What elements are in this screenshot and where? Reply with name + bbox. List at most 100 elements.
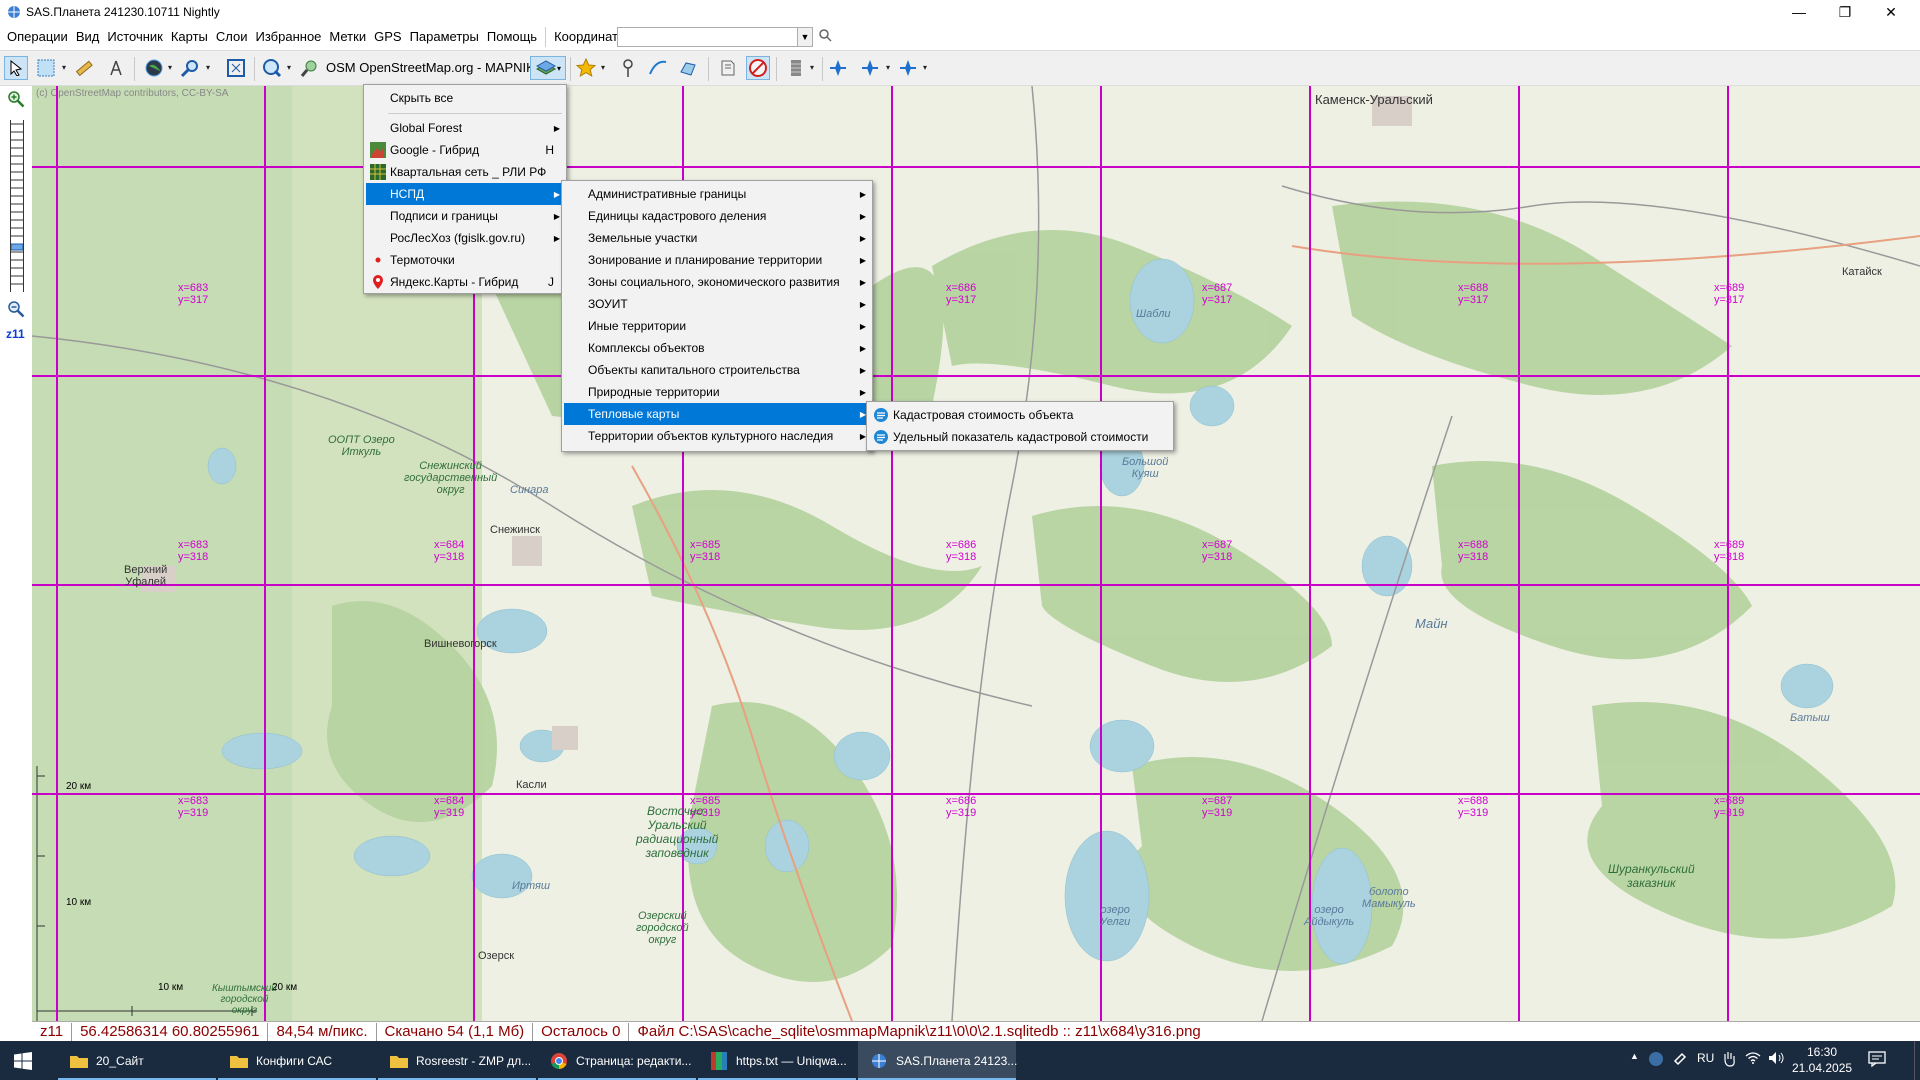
- nspd-econ-zones[interactable]: Зоны социального, экономического развити…: [564, 271, 870, 293]
- layer-thermal-points[interactable]: Термоточки: [366, 249, 564, 271]
- layer-google-hybrid[interactable]: Google - Гибрид H: [366, 139, 564, 161]
- taskbar-item[interactable]: https.txt — Uniqwa...: [698, 1041, 856, 1080]
- path-icon[interactable]: [646, 56, 670, 80]
- clock-time: 16:30: [1806, 1045, 1838, 1059]
- tray-expand-icon[interactable]: ▲: [1630, 1051, 1639, 1061]
- windows-start-icon[interactable]: [14, 1052, 32, 1073]
- taskbar-item[interactable]: Страница: редакти...: [538, 1041, 696, 1080]
- search-icon[interactable]: [818, 28, 836, 46]
- volume-icon[interactable]: [1768, 1051, 1784, 1068]
- map-zoom-icon[interactable]: [260, 56, 284, 80]
- tray-link-icon[interactable]: [1672, 1051, 1688, 1070]
- tile-label: x=686 y=319: [946, 795, 977, 819]
- grid-icon[interactable]: [784, 56, 808, 80]
- title-bar: SAS.Планета 241230.10711 Nightly — ❐ ✕: [0, 0, 1920, 24]
- tray-app-icon[interactable]: [1648, 1051, 1664, 1070]
- menu-view[interactable]: Вид: [72, 24, 104, 50]
- layer-labels-borders[interactable]: Подписи и границы ▶: [366, 205, 564, 227]
- zoom-slider[interactable]: [10, 120, 24, 292]
- menu-marks[interactable]: Метки: [325, 24, 370, 50]
- scale-label: 10 км: [158, 982, 184, 993]
- nspd-heat-maps[interactable]: Тепловые карты ▶: [564, 403, 870, 425]
- globe-icon[interactable]: [142, 56, 166, 80]
- menu-source[interactable]: Источник: [103, 24, 167, 50]
- select-area-dropdown-icon[interactable]: ▾: [62, 63, 66, 72]
- menu-layers[interactable]: Слои: [212, 24, 252, 50]
- menu-gps[interactable]: GPS: [370, 24, 405, 50]
- layer-roslesxoz[interactable]: РосЛесХоз (fgislk.gov.ru) ▶: [366, 227, 564, 249]
- map-source-icon[interactable]: [298, 56, 322, 80]
- taskbar-item[interactable]: 20_Сайт: [58, 1041, 216, 1080]
- minimize-button[interactable]: —: [1776, 0, 1822, 24]
- taskbar-item[interactable]: Конфиги САС: [218, 1041, 376, 1080]
- zoom-tool-icon[interactable]: [178, 56, 202, 80]
- tile-label: x=683 y=319: [178, 795, 209, 819]
- pointer-tool-icon[interactable]: [4, 56, 28, 80]
- marks-visibility-icon[interactable]: [716, 56, 740, 80]
- nspd-zoning[interactable]: Зонирование и планирование территории ▶: [564, 249, 870, 271]
- heat-cadastral-value[interactable]: Кадастровая стоимость объекта: [869, 404, 1171, 426]
- menu-parameters[interactable]: Параметры: [406, 24, 483, 50]
- taskbar-item[interactable]: Rosreestr - ZMP дл...: [378, 1041, 536, 1080]
- map-attribution: (c) OpenStreetMap contributors, CC-BY-SA: [36, 88, 229, 99]
- tile-grid-line: [1100, 86, 1102, 1021]
- layer-yandex-hybrid[interactable]: Яндекс.Карты - Гибрид J: [366, 271, 564, 293]
- map-view[interactable]: (c) OpenStreetMap contributors, CC-BY-SA…: [32, 86, 1920, 1021]
- gps-connect-icon[interactable]: [826, 56, 850, 80]
- nspd-cultural-heritage[interactable]: Территории объектов культурного наследия…: [564, 425, 870, 447]
- grid-dropdown-icon[interactable]: ▾: [810, 63, 814, 72]
- zoom-level-label: z11: [6, 327, 25, 341]
- clock[interactable]: 16:30 21.04.2025: [1792, 1044, 1852, 1076]
- star-dropdown-icon[interactable]: ▾: [601, 63, 605, 72]
- coords-dropdown-button[interactable]: ▼: [797, 27, 813, 47]
- gps-center-icon[interactable]: [896, 56, 920, 80]
- map-source-selector[interactable]: OSM OpenStreetMap.org - MAPNIK ▾: [326, 60, 545, 76]
- select-area-icon[interactable]: [34, 56, 58, 80]
- nspd-cadastral-units[interactable]: Единицы кадастрового деления ▶: [564, 205, 870, 227]
- wifi-icon[interactable]: [1745, 1051, 1761, 1068]
- heat-specific-value[interactable]: Удельный показатель кадастровой стоимост…: [869, 426, 1171, 448]
- gps-track-dropdown-icon[interactable]: ▾: [886, 63, 890, 72]
- ruler-icon[interactable]: [72, 56, 96, 80]
- tray-hand-icon[interactable]: [1722, 1051, 1736, 1070]
- gps-center-dropdown-icon[interactable]: ▾: [923, 63, 927, 72]
- notifications-icon[interactable]: [1868, 1051, 1886, 1070]
- no-marks-icon[interactable]: [746, 56, 770, 80]
- nspd-layer-icon: [873, 429, 889, 445]
- maximize-button[interactable]: ❐: [1822, 0, 1868, 24]
- menu-help[interactable]: Помощь: [483, 24, 541, 50]
- layers-icon[interactable]: ▾: [530, 56, 566, 80]
- language-indicator[interactable]: RU: [1697, 1051, 1714, 1065]
- map-zoom-dropdown-icon[interactable]: ▾: [287, 63, 291, 72]
- layer-global-forest[interactable]: Global Forest ▶: [366, 117, 564, 139]
- nspd-land-plots[interactable]: Земельные участки ▶: [564, 227, 870, 249]
- hide-all-layers-item[interactable]: Скрыть все: [366, 87, 564, 109]
- gps-track-icon[interactable]: [858, 56, 882, 80]
- close-button[interactable]: ✕: [1868, 0, 1914, 24]
- fullscreen-icon[interactable]: [224, 56, 248, 80]
- star-icon[interactable]: [574, 56, 598, 80]
- layer-nspd[interactable]: НСПД ▶: [366, 183, 564, 205]
- zoom-dropdown-icon[interactable]: ▾: [206, 63, 210, 72]
- placemark-icon[interactable]: [616, 56, 640, 80]
- nspd-capital-construction[interactable]: Объекты капитального строительства ▶: [564, 359, 870, 381]
- nspd-admin-borders[interactable]: Административные границы ▶: [564, 183, 870, 205]
- menu-favorites[interactable]: Избранное: [252, 24, 326, 50]
- nspd-other-territories[interactable]: Иные территории ▶: [564, 315, 870, 337]
- zoom-out-icon[interactable]: [7, 300, 25, 321]
- compass-icon[interactable]: [104, 56, 128, 80]
- polygon-icon[interactable]: [676, 56, 700, 80]
- nspd-object-complexes[interactable]: Комплексы объектов ▶: [564, 337, 870, 359]
- nspd-natural-territories[interactable]: Природные территории ▶: [564, 381, 870, 403]
- zoom-in-icon[interactable]: [7, 90, 25, 111]
- menu-maps[interactable]: Карты: [167, 24, 212, 50]
- nspd-zouit[interactable]: ЗОУИТ ▶: [564, 293, 870, 315]
- taskbar-item-active[interactable]: SAS.Планета 24123...: [858, 1041, 1017, 1080]
- layer-quarter-grid[interactable]: Квартальная сеть _ РЛИ РФ: [366, 161, 564, 183]
- water-label: болото Мамыкуль: [1362, 886, 1416, 910]
- globe-dropdown-icon[interactable]: ▾: [168, 63, 172, 72]
- status-coords: 56.42586314 60.80255961: [72, 1023, 269, 1041]
- coords-input[interactable]: [617, 27, 805, 47]
- show-desktop-button[interactable]: [1914, 1041, 1920, 1080]
- menu-operations[interactable]: Операции: [3, 24, 72, 50]
